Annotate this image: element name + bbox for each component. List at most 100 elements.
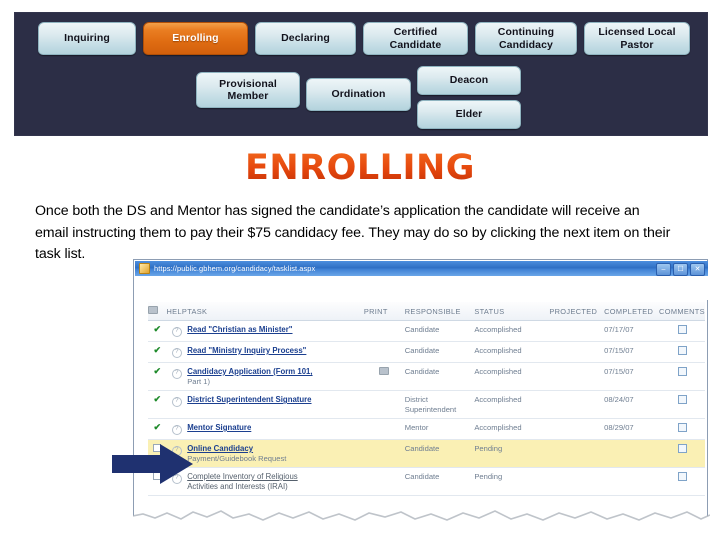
help-icon[interactable]: ? — [171, 425, 182, 435]
nav-ordination[interactable]: Ordination — [306, 78, 411, 111]
help-icon[interactable]: ? — [171, 327, 182, 337]
comment-box-icon[interactable] — [677, 395, 687, 404]
row-comments-cell[interactable] — [659, 418, 705, 440]
check-icon: ✔ — [153, 366, 161, 376]
nav-ordination-branches: Deacon Elder — [417, 66, 521, 129]
task-link[interactable]: Mentor Signature — [187, 423, 251, 432]
row-task-cell[interactable]: Mentor Signature — [187, 418, 364, 440]
help-icon[interactable]: ? — [171, 446, 182, 456]
comment-box-icon[interactable] — [677, 325, 687, 334]
row-projected — [549, 467, 605, 496]
task-link-line2[interactable]: Part 1) — [187, 377, 210, 386]
row-help-icon-cell[interactable]: ? — [166, 418, 188, 440]
task-link-line2[interactable]: Payment/Guidebook Request — [187, 454, 286, 463]
comment-box-icon[interactable] — [677, 346, 687, 355]
row-print-cell — [363, 320, 405, 342]
nav-deacon[interactable]: Deacon — [417, 66, 521, 95]
comment-box-icon[interactable] — [677, 444, 687, 453]
nav-elder[interactable]: Elder — [417, 100, 521, 129]
maximize-icon[interactable]: ☐ — [673, 263, 688, 276]
help-icon[interactable]: ? — [171, 474, 182, 484]
task-link[interactable]: Read "Ministry Inquiry Process" — [187, 346, 306, 355]
task-link[interactable]: Read "Christian as Minister" — [187, 325, 292, 334]
table-header-row: HELP TASK PRINT RESPONSIBLE STATUS PROJE… — [148, 302, 705, 321]
help-icon[interactable]: ? — [171, 348, 182, 358]
row-task-cell[interactable]: Read "Ministry Inquiry Process" — [187, 341, 364, 363]
task-link[interactable]: Online Candidacy — [187, 444, 253, 453]
row-responsible: Candidate — [404, 341, 475, 363]
column-header-help: HELP — [166, 302, 188, 321]
row-help-icon-cell[interactable]: ? — [166, 341, 188, 363]
row-done-indicator — [148, 467, 167, 496]
row-task-cell[interactable]: Candidacy Application (Form 101, Part 1) — [187, 362, 364, 391]
close-icon[interactable]: ✕ — [690, 263, 705, 276]
row-help-icon-cell[interactable]: ? — [166, 439, 188, 468]
row-status: Accomplished — [474, 390, 550, 419]
row-comments-cell[interactable] — [659, 439, 705, 468]
row-help-icon-cell[interactable]: ? — [166, 390, 188, 419]
row-task-cell[interactable]: Read "Christian as Minister" — [187, 320, 364, 342]
page-title: ENROLLING — [0, 148, 720, 188]
table-row[interactable]: ? Online Candidacy Payment/Guidebook Reque… — [148, 439, 705, 468]
task-link[interactable]: District Superintendent Signature — [187, 395, 311, 404]
help-icon[interactable]: ? — [171, 369, 182, 379]
table-row[interactable]: ✔? Read "Ministry Inquiry Process" Candida… — [148, 341, 705, 363]
row-done-indicator: ✔ — [148, 320, 167, 342]
row-task-cell[interactable]: Complete Inventory of Religious Activitie… — [187, 467, 364, 496]
help-icon[interactable]: ? — [171, 397, 182, 407]
window-controls: – ☐ ✕ — [656, 263, 705, 276]
row-status: Accomplished — [474, 418, 550, 440]
task-link[interactable]: Complete Inventory of Religious — [187, 472, 298, 481]
nav-declaring[interactable]: Declaring — [255, 22, 356, 55]
minimize-icon[interactable]: – — [656, 263, 671, 276]
column-header-comments: COMMENTS — [659, 302, 705, 321]
row-status: Accomplished — [474, 320, 550, 342]
nav-inquiring-label: Inquiring — [64, 31, 110, 44]
task-link[interactable]: Candidacy Application (Form 101, — [187, 367, 312, 376]
column-header-projected: PROJECTED — [549, 302, 605, 321]
row-print-cell — [363, 418, 405, 440]
row-status: Pending — [474, 439, 550, 468]
table-row[interactable]: ? Complete Inventory of Religious Activiti… — [148, 467, 705, 496]
row-help-icon-cell[interactable]: ? — [166, 362, 188, 391]
row-responsible: Candidate — [404, 439, 475, 468]
nav-provisional-member[interactable]: Provisional Member — [196, 72, 300, 108]
row-comments-cell[interactable] — [659, 341, 705, 363]
row-task-cell[interactable]: District Superintendent Signature — [187, 390, 364, 419]
row-completed: 08/29/07 — [604, 418, 660, 440]
table-row[interactable]: ✔? District Superintendent Signature Distr… — [148, 390, 705, 419]
row-comments-cell[interactable] — [659, 390, 705, 419]
row-help-icon-cell[interactable]: ? — [166, 320, 188, 342]
table-row[interactable]: ✔? Read "Christian as Minister" Candidate A… — [148, 320, 705, 342]
row-print-cell — [363, 341, 405, 363]
row-help-icon-cell[interactable]: ? — [166, 467, 188, 496]
comment-box-icon[interactable] — [677, 423, 687, 432]
row-completed: 07/15/07 — [604, 362, 660, 391]
printer-icon[interactable] — [379, 367, 390, 375]
row-comments-cell[interactable] — [659, 320, 705, 342]
comment-box-icon[interactable] — [677, 472, 687, 481]
check-icon: ✔ — [153, 324, 161, 334]
column-header-printer-icon — [148, 302, 167, 321]
browser-window: https://public.gbhem.org/candidacy/taskl… — [133, 259, 708, 529]
row-completed — [604, 439, 660, 468]
row-comments-cell[interactable] — [659, 467, 705, 496]
nav-certified-candidate[interactable]: Certified Candidate — [363, 22, 468, 55]
row-comments-cell[interactable] — [659, 362, 705, 391]
row-print-cell — [363, 467, 405, 496]
nav-continuing-candidacy[interactable]: Continuing Candidacy — [475, 22, 577, 55]
browser-page-icon — [139, 263, 150, 274]
row-print-cell — [363, 439, 405, 468]
nav-licensed-local-pastor[interactable]: Licensed Local Pastor — [584, 22, 690, 55]
task-link-line2[interactable]: Activities and Interests (IRAI) — [187, 482, 288, 491]
row-print-cell[interactable] — [363, 362, 405, 391]
row-task-cell[interactable]: Online Candidacy Payment/Guidebook Reques… — [187, 439, 364, 468]
table-row[interactable]: ✔? Candidacy Application (Form 101, Part 1… — [148, 362, 705, 391]
table-row[interactable]: ✔? Mentor Signature Mentor Accomplished 08/2… — [148, 418, 705, 440]
nav-enrolling-label: Enrolling — [172, 31, 219, 44]
row-print-cell — [363, 390, 405, 419]
row-done-indicator — [148, 439, 167, 468]
nav-inquiring[interactable]: Inquiring — [38, 22, 136, 55]
nav-enrolling[interactable]: Enrolling — [143, 22, 248, 55]
comment-box-icon[interactable] — [677, 367, 687, 376]
